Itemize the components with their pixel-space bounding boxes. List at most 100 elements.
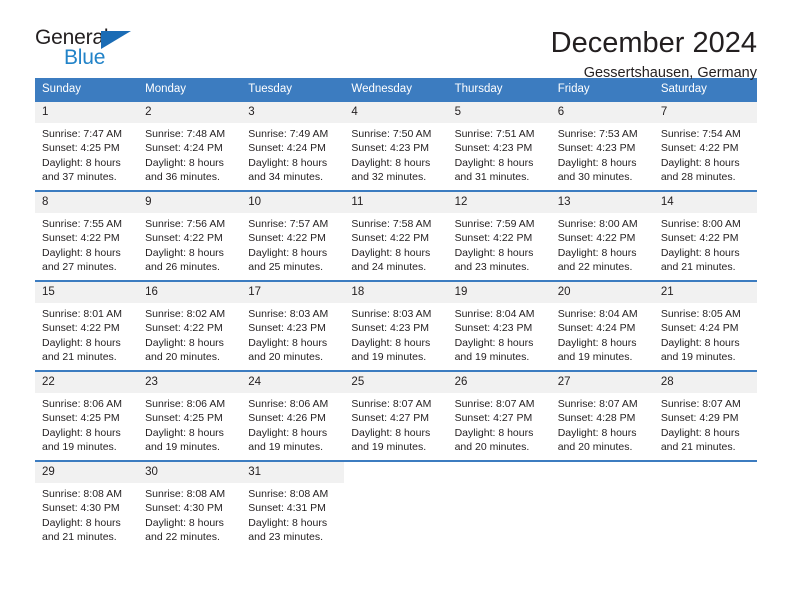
day-details: Sunrise: 7:50 AM Sunset: 4:23 PM Dayligh…: [344, 123, 447, 185]
sunrise-text: Sunrise: 8:01 AM: [42, 307, 122, 320]
day-details: Sunrise: 8:01 AM Sunset: 4:22 PM Dayligh…: [35, 303, 138, 365]
day-number: 9: [138, 192, 242, 213]
daylight-text-line1: Daylight: 8 hours: [454, 156, 534, 169]
daylight-text-line1: Daylight: 8 hours: [660, 426, 740, 439]
daylight-text-line2: and 25 minutes.: [248, 261, 323, 274]
sunset-text: Sunset: 4:22 PM: [145, 322, 223, 335]
day-cell[interactable]: 30 Sunrise: 8:08 AM Sunset: 4:30 PM Dayl…: [138, 460, 242, 551]
daylight-text-line1: Daylight: 8 hours: [145, 516, 224, 529]
day-details: Sunrise: 8:05 AM Sunset: 4:24 PM Dayligh…: [654, 303, 757, 365]
day-number: 21: [653, 282, 757, 303]
daylight-text-line2: and 23 minutes.: [248, 531, 323, 544]
day-cell[interactable]: 16 Sunrise: 8:02 AM Sunset: 4:22 PM Dayl…: [138, 280, 242, 371]
day-details: Sunrise: 8:06 AM Sunset: 4:25 PM Dayligh…: [138, 393, 241, 455]
day-details: Sunrise: 8:04 AM Sunset: 4:24 PM Dayligh…: [551, 303, 654, 365]
daylight-text-line2: and 19 minutes.: [351, 351, 427, 364]
day-number: 3: [241, 102, 345, 123]
day-cell[interactable]: 26 Sunrise: 8:07 AM Sunset: 4:27 PM Dayl…: [447, 370, 551, 461]
day-cell[interactable]: 19 Sunrise: 8:04 AM Sunset: 4:23 PM Dayl…: [447, 280, 551, 371]
day-cell[interactable]: 7 Sunrise: 7:54 AM Sunset: 4:22 PM Dayli…: [653, 100, 757, 191]
day-number: 14: [653, 192, 757, 213]
day-cell[interactable]: 9 Sunrise: 7:56 AM Sunset: 4:22 PM Dayli…: [138, 190, 242, 281]
day-number: [653, 462, 757, 481]
weekday-header-monday: Monday: [138, 78, 242, 101]
day-cell[interactable]: 21 Sunrise: 8:05 AM Sunset: 4:24 PM Dayl…: [653, 280, 757, 371]
sunset-text: Sunset: 4:24 PM: [248, 142, 326, 155]
sunrise-text: Sunrise: 8:06 AM: [42, 397, 122, 410]
day-cell-empty: [550, 460, 654, 551]
day-number: 24: [241, 372, 345, 393]
calendar-page: General Blue December 2024 Gessertshause…: [0, 0, 792, 612]
day-cell[interactable]: 10 Sunrise: 7:57 AM Sunset: 4:22 PM Dayl…: [241, 190, 345, 281]
day-cell[interactable]: 29 Sunrise: 8:08 AM Sunset: 4:30 PM Dayl…: [35, 460, 139, 551]
daylight-text-line2: and 19 minutes.: [660, 351, 736, 364]
day-cell[interactable]: 11 Sunrise: 7:58 AM Sunset: 4:22 PM Dayl…: [344, 190, 448, 281]
day-cell[interactable]: 2 Sunrise: 7:48 AM Sunset: 4:24 PM Dayli…: [138, 100, 242, 191]
day-cell-empty: [344, 460, 448, 551]
sunrise-text: Sunrise: 7:55 AM: [42, 217, 122, 230]
day-number: 1: [35, 102, 139, 123]
day-cell[interactable]: 20 Sunrise: 8:04 AM Sunset: 4:24 PM Dayl…: [550, 280, 654, 371]
day-cell[interactable]: 28 Sunrise: 8:07 AM Sunset: 4:29 PM Dayl…: [653, 370, 757, 461]
sunset-text: Sunset: 4:22 PM: [42, 322, 120, 335]
day-details: Sunrise: 7:47 AM Sunset: 4:25 PM Dayligh…: [35, 123, 138, 185]
day-number: 2: [138, 102, 242, 123]
daylight-text-line2: and 22 minutes.: [145, 531, 220, 544]
day-cell[interactable]: 8 Sunrise: 7:55 AM Sunset: 4:22 PM Dayli…: [35, 190, 139, 281]
page-header: General Blue December 2024 Gessertshause…: [35, 0, 757, 81]
day-details: Sunrise: 7:57 AM Sunset: 4:22 PM Dayligh…: [241, 213, 344, 275]
day-number: 12: [447, 192, 551, 213]
day-number: 15: [35, 282, 139, 303]
day-cell[interactable]: 3 Sunrise: 7:49 AM Sunset: 4:24 PM Dayli…: [241, 100, 345, 191]
daylight-text-line1: Daylight: 8 hours: [454, 336, 534, 349]
day-cell[interactable]: 6 Sunrise: 7:53 AM Sunset: 4:23 PM Dayli…: [550, 100, 654, 191]
day-cell[interactable]: 15 Sunrise: 8:01 AM Sunset: 4:22 PM Dayl…: [35, 280, 139, 371]
day-cell[interactable]: 5 Sunrise: 7:51 AM Sunset: 4:23 PM Dayli…: [447, 100, 551, 191]
sunset-text: Sunset: 4:22 PM: [454, 232, 533, 245]
day-details: Sunrise: 8:03 AM Sunset: 4:23 PM Dayligh…: [241, 303, 344, 365]
sunset-text: Sunset: 4:27 PM: [351, 412, 430, 425]
daylight-text-line2: and 32 minutes.: [351, 171, 427, 184]
sunrise-text: Sunrise: 7:56 AM: [145, 217, 226, 230]
sunrise-text: Sunrise: 8:02 AM: [145, 307, 226, 320]
sunrise-text: Sunrise: 8:08 AM: [248, 487, 329, 500]
page-title: December 2024: [550, 27, 757, 59]
day-cell[interactable]: 24 Sunrise: 8:06 AM Sunset: 4:26 PM Dayl…: [241, 370, 345, 461]
day-cell[interactable]: 22 Sunrise: 8:06 AM Sunset: 4:25 PM Dayl…: [35, 370, 139, 461]
daylight-text-line2: and 19 minutes.: [42, 441, 117, 454]
day-cell[interactable]: 12 Sunrise: 7:59 AM Sunset: 4:22 PM Dayl…: [447, 190, 551, 281]
day-number: 28: [653, 372, 757, 393]
daylight-text-line2: and 26 minutes.: [145, 261, 220, 274]
day-cell[interactable]: 17 Sunrise: 8:03 AM Sunset: 4:23 PM Dayl…: [241, 280, 345, 371]
day-details: Sunrise: 8:06 AM Sunset: 4:26 PM Dayligh…: [241, 393, 344, 455]
day-details: Sunrise: 7:54 AM Sunset: 4:22 PM Dayligh…: [654, 123, 757, 185]
daylight-text-line1: Daylight: 8 hours: [248, 246, 328, 259]
sunrise-text: Sunrise: 7:51 AM: [454, 127, 535, 140]
sunset-text: Sunset: 4:23 PM: [557, 142, 636, 155]
day-details: Sunrise: 8:02 AM Sunset: 4:22 PM Dayligh…: [138, 303, 241, 365]
day-details: Sunrise: 8:07 AM Sunset: 4:27 PM Dayligh…: [344, 393, 447, 455]
day-cell[interactable]: 13 Sunrise: 8:00 AM Sunset: 4:22 PM Dayl…: [550, 190, 654, 281]
day-cell[interactable]: 31 Sunrise: 8:08 AM Sunset: 4:31 PM Dayl…: [241, 460, 345, 551]
sunrise-text: Sunrise: 8:00 AM: [557, 217, 638, 230]
day-cell[interactable]: 23 Sunrise: 8:06 AM Sunset: 4:25 PM Dayl…: [138, 370, 242, 461]
weekday-header-thursday: Thursday: [447, 78, 551, 101]
daylight-text-line2: and 21 minutes.: [660, 261, 736, 274]
day-details: Sunrise: 8:08 AM Sunset: 4:30 PM Dayligh…: [138, 483, 241, 545]
day-details: Sunrise: 7:59 AM Sunset: 4:22 PM Dayligh…: [448, 213, 551, 275]
sunset-text: Sunset: 4:22 PM: [660, 232, 739, 245]
daylight-text-line1: Daylight: 8 hours: [660, 246, 740, 259]
daylight-text-line1: Daylight: 8 hours: [248, 426, 328, 439]
day-cell[interactable]: 25 Sunrise: 8:07 AM Sunset: 4:27 PM Dayl…: [344, 370, 448, 461]
day-cell[interactable]: 14 Sunrise: 8:00 AM Sunset: 4:22 PM Dayl…: [653, 190, 757, 281]
day-cell[interactable]: 18 Sunrise: 8:03 AM Sunset: 4:23 PM Dayl…: [344, 280, 448, 371]
daylight-text-line1: Daylight: 8 hours: [557, 426, 637, 439]
calendar-week-row: 1 Sunrise: 7:47 AM Sunset: 4:25 PM Dayli…: [35, 100, 757, 191]
day-cell[interactable]: 4 Sunrise: 7:50 AM Sunset: 4:23 PM Dayli…: [344, 100, 448, 191]
daylight-text-line1: Daylight: 8 hours: [351, 426, 431, 439]
day-cell[interactable]: 1 Sunrise: 7:47 AM Sunset: 4:25 PM Dayli…: [35, 100, 139, 191]
day-cell[interactable]: 27 Sunrise: 8:07 AM Sunset: 4:28 PM Dayl…: [550, 370, 654, 461]
sunset-text: Sunset: 4:23 PM: [351, 142, 430, 155]
daylight-text-line2: and 20 minutes.: [557, 441, 633, 454]
sunrise-sunset-calendar-table: Sunday Monday Tuesday Wednesday Thursday…: [35, 78, 757, 551]
